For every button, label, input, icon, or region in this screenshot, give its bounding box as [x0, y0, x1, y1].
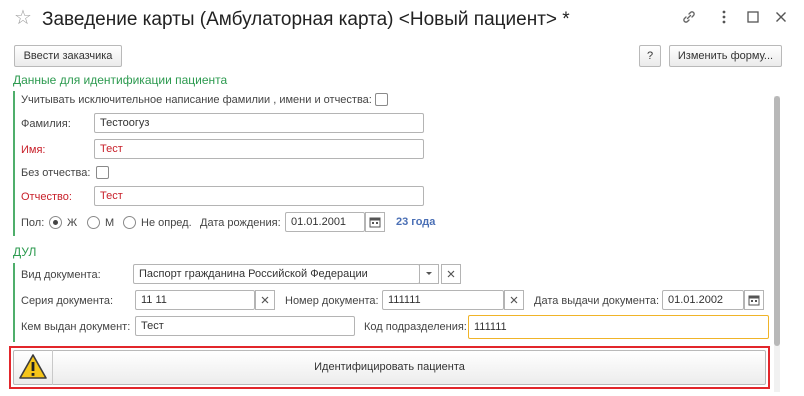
issue-date-field[interactable]: 01.01.2002	[662, 290, 744, 310]
series-field[interactable]: 11 11	[135, 290, 255, 310]
doc-type-field[interactable]: Паспорт гражданина Российской Федерации	[133, 264, 420, 284]
issued-by-field[interactable]: Тест	[135, 316, 355, 336]
patronymic-field[interactable]: Тест	[94, 186, 424, 206]
window-title: Заведение карты (Амбулаторная карта) <Но…	[42, 9, 570, 30]
change-form-button[interactable]: Изменить форму...	[669, 45, 782, 67]
name-label: Имя:	[21, 144, 46, 156]
document-group-line	[13, 263, 15, 342]
link-icon[interactable]	[680, 9, 698, 27]
identification-group-line	[13, 91, 15, 236]
close-icon[interactable]	[772, 9, 790, 27]
exclusive-spelling-label: Учитывать исключительное написание фамил…	[21, 94, 372, 106]
gender-option-undefined[interactable]: Не опред.	[141, 216, 192, 230]
identification-group-title: Данные для идентификации пациента	[13, 73, 228, 87]
birth-date-calendar-icon[interactable]	[365, 212, 385, 232]
birth-date-label: Дата рождения:	[200, 217, 281, 229]
gender-radio-female[interactable]	[49, 216, 62, 229]
identify-patient-label: Идентифицировать пациента	[314, 361, 465, 373]
division-code-field[interactable]: 111111	[468, 315, 769, 339]
number-label: Номер документа:	[285, 295, 379, 307]
issue-date-calendar-icon[interactable]	[744, 290, 764, 310]
exclusive-spelling-checkbox[interactable]	[375, 93, 388, 106]
more-icon[interactable]	[715, 9, 733, 27]
issue-date-label: Дата выдачи документа:	[534, 295, 660, 307]
series-label: Серия документа:	[21, 295, 114, 307]
gender-radio-undefined[interactable]	[123, 216, 136, 229]
doc-type-clear-icon[interactable]	[441, 264, 461, 284]
division-code-label: Код подразделения:	[364, 321, 467, 333]
gender-option-male[interactable]: М	[105, 216, 114, 230]
no-patronymic-checkbox[interactable]	[96, 166, 109, 179]
no-patronymic-label: Без отчества:	[21, 167, 91, 179]
issued-by-label: Кем выдан документ:	[21, 321, 131, 333]
age-text: 23 года	[396, 216, 436, 228]
number-clear-icon[interactable]	[504, 290, 524, 310]
help-button[interactable]: ?	[639, 45, 661, 67]
gender-option-female[interactable]: Ж	[67, 216, 77, 230]
doc-type-label: Вид документа:	[21, 269, 101, 281]
surname-field[interactable]: Тестоогуз	[94, 113, 424, 133]
scrollbar-thumb[interactable]	[774, 96, 780, 346]
patronymic-label: Отчество:	[21, 191, 72, 203]
surname-label: Фамилия:	[21, 118, 71, 130]
gender-radio-male[interactable]	[87, 216, 100, 229]
enter-customer-button[interactable]: Ввести заказчика	[14, 45, 122, 67]
series-clear-icon[interactable]	[255, 290, 275, 310]
restore-icon[interactable]	[744, 9, 762, 27]
document-group-title: ДУЛ	[13, 245, 37, 259]
favorite-star-icon[interactable]: ☆	[14, 8, 32, 28]
doc-type-dropdown-icon[interactable]	[419, 264, 439, 284]
gender-label: Пол:	[21, 217, 45, 229]
birth-date-field[interactable]: 01.01.2001	[285, 212, 365, 232]
name-field[interactable]: Тест	[94, 139, 424, 159]
number-field[interactable]: 111111	[382, 290, 504, 310]
